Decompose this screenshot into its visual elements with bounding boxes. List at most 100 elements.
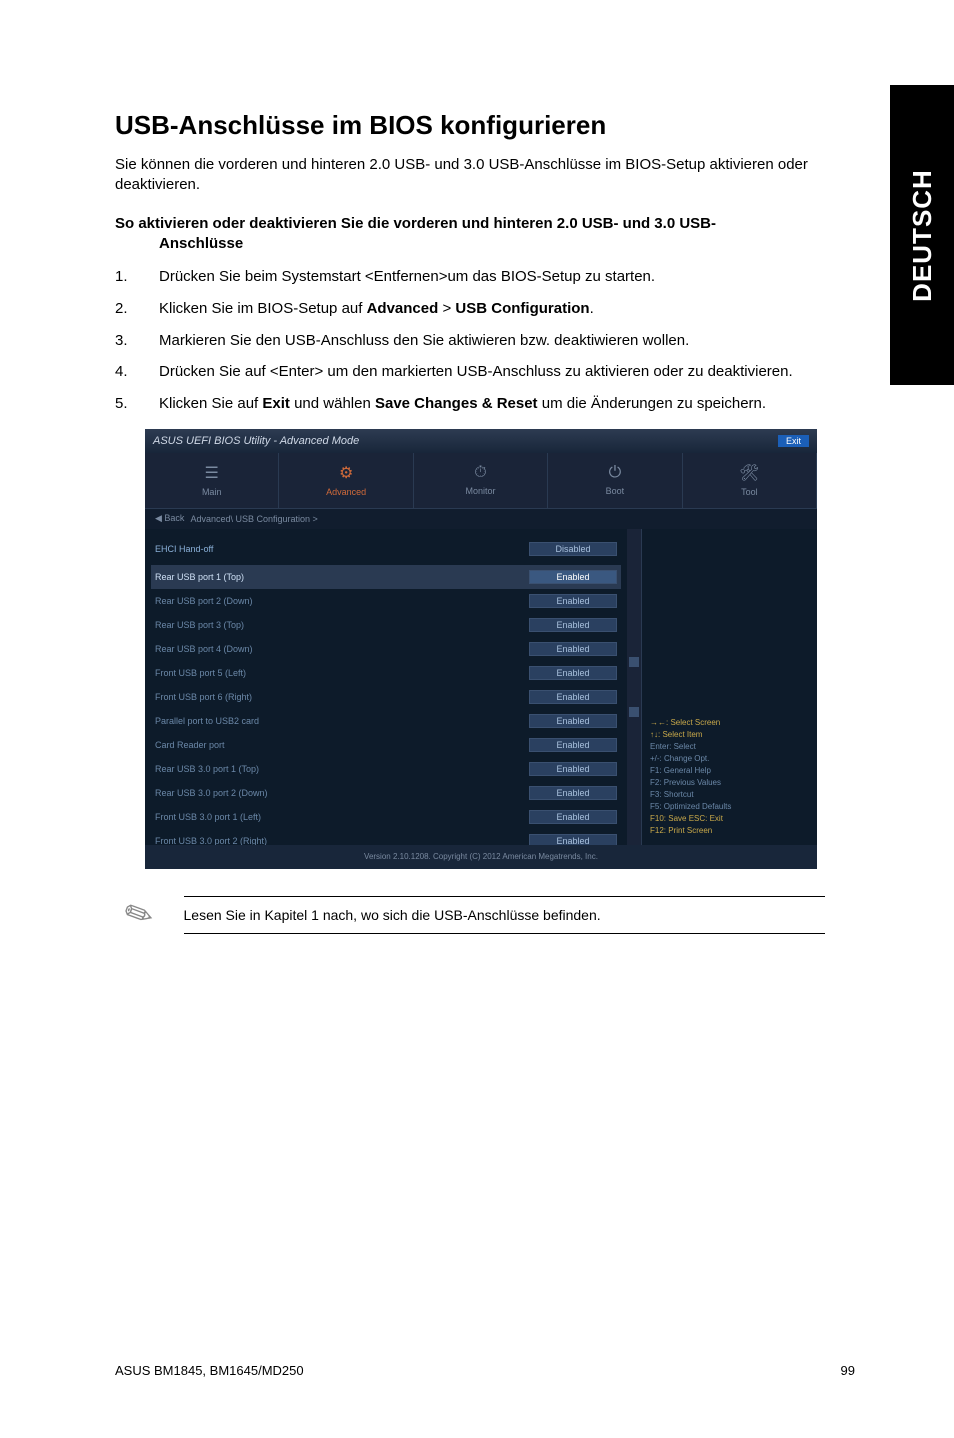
help-line: ↑↓: Select Item — [650, 729, 809, 741]
subheading-line1: So aktivieren oder deaktivieren Sie die … — [115, 215, 716, 232]
bios-breadcrumb-path: Advanced\ USB Configuration > — [190, 514, 317, 524]
bios-row-label: Rear USB port 3 (Top) — [155, 620, 244, 630]
bios-help-panel: →←: Select Screen ↑↓: Select Item Enter:… — [641, 529, 817, 845]
bios-row[interactable]: Rear USB 3.0 port 2 (Down) Enabled — [155, 781, 617, 805]
bios-row-label: Front USB port 6 (Right) — [155, 692, 252, 702]
help-line: F10: Save ESC: Exit — [650, 813, 809, 825]
power-icon: ⏻ — [609, 464, 622, 482]
footer-model: ASUS BM1845, BM1645/MD250 — [115, 1363, 304, 1378]
bios-row[interactable]: Front USB port 6 (Right) Enabled — [155, 685, 617, 709]
intro-paragraph: Sie können die vorderen und hinteren 2.0… — [115, 155, 855, 196]
bios-scrollbar[interactable] — [627, 529, 641, 845]
scroll-down-icon[interactable] — [629, 707, 639, 717]
bios-row[interactable]: Rear USB port 4 (Down) Enabled — [155, 637, 617, 661]
bios-row-value[interactable]: Enabled — [529, 786, 617, 800]
bios-tab-boot[interactable]: ⏻ Boot — [548, 453, 682, 508]
bios-tab-monitor[interactable]: ⏱ Monitor — [414, 453, 548, 508]
bios-row-value[interactable]: Disabled — [529, 542, 617, 556]
bios-tab-label: Advanced — [326, 487, 366, 497]
scroll-up-icon[interactable] — [629, 657, 639, 667]
bios-footer: Version 2.10.1208. Copyright (C) 2012 Am… — [145, 845, 817, 869]
step-3: 3. Markieren Sie den USB-Anschluss den S… — [115, 330, 855, 352]
bios-row[interactable]: EHCI Hand-off Disabled — [155, 537, 617, 561]
bios-row-value[interactable]: Enabled — [529, 690, 617, 704]
list-icon: ☰ — [205, 463, 219, 483]
bios-row-value[interactable]: Enabled — [529, 762, 617, 776]
step-number: 5. — [115, 393, 159, 415]
subheading-line2: Anschlüsse — [115, 234, 855, 254]
page-footer: ASUS BM1845, BM1645/MD250 99 — [115, 1363, 855, 1378]
step-5: 5. Klicken Sie auf Exit und wählen Save … — [115, 393, 855, 415]
bios-option-list: EHCI Hand-off Disabled Rear USB port 1 (… — [145, 529, 627, 845]
bios-row[interactable]: Front USB port 5 (Left) Enabled — [155, 661, 617, 685]
bios-tab-label: Monitor — [466, 486, 496, 496]
step-4: 4. Drücken Sie auf <Enter> um den markie… — [115, 361, 855, 383]
bios-row-selected[interactable]: Rear USB port 1 (Top) Enabled — [151, 565, 621, 589]
language-label: DEUTSCH — [907, 169, 938, 302]
bios-row-value[interactable]: Enabled — [529, 810, 617, 824]
bios-tab-main[interactable]: ☰ Main — [145, 453, 279, 508]
bios-row-value[interactable]: Enabled — [529, 738, 617, 752]
bios-row[interactable]: Rear USB port 2 (Down) Enabled — [155, 589, 617, 613]
bios-row[interactable]: Front USB 3.0 port 1 (Left) Enabled — [155, 805, 617, 829]
bios-tab-label: Tool — [741, 487, 758, 497]
tool-icon: 🛠 — [739, 463, 759, 483]
bios-back-button[interactable]: ◀ Back — [155, 513, 184, 524]
help-line: F5: Optimized Defaults — [650, 801, 809, 813]
bios-row-value[interactable]: Enabled — [529, 714, 617, 728]
step-text: Klicken Sie auf Exit und wählen Save Cha… — [159, 393, 855, 415]
help-line: F2: Previous Values — [650, 777, 809, 789]
bios-row-label: Rear USB port 4 (Down) — [155, 644, 253, 654]
bios-titlebar: ASUS UEFI BIOS Utility - Advanced Mode E… — [145, 429, 817, 453]
bios-tab-label: Main — [202, 487, 222, 497]
bios-help-text: →←: Select Screen ↑↓: Select Item Enter:… — [650, 717, 809, 837]
bios-row-label: Front USB 3.0 port 2 (Right) — [155, 836, 267, 845]
bios-exit-button[interactable]: Exit — [778, 435, 809, 447]
help-line: +/-: Change Opt. — [650, 753, 809, 765]
help-line: Enter: Select — [650, 741, 809, 753]
bios-row[interactable]: Parallel port to USB2 card Enabled — [155, 709, 617, 733]
bios-row-value[interactable]: Enabled — [529, 618, 617, 632]
bios-row[interactable]: Rear USB 3.0 port 1 (Top) Enabled — [155, 757, 617, 781]
bios-row[interactable]: Front USB 3.0 port 2 (Right) Enabled — [155, 829, 617, 845]
bios-row-value[interactable]: Enabled — [529, 594, 617, 608]
bios-screenshot: ASUS UEFI BIOS Utility - Advanced Mode E… — [145, 429, 817, 869]
bios-tabs: ☰ Main ⚙ Advanced ⏱ Monitor ⏻ Boot 🛠 Too… — [145, 453, 817, 509]
step-number: 4. — [115, 361, 159, 383]
page-content: USB-Anschlüsse im BIOS konfigurieren Sie… — [115, 110, 855, 935]
note-text: Lesen Sie in Kapitel 1 nach, wo sich die… — [184, 896, 826, 934]
step-text: Markieren Sie den USB-Anschluss den Sie … — [159, 330, 855, 352]
subheading: So aktivieren oder deaktivieren Sie die … — [115, 214, 855, 255]
bios-row-label: Front USB 3.0 port 1 (Left) — [155, 812, 261, 822]
bios-row-value[interactable]: Enabled — [529, 834, 617, 845]
footer-page-number: 99 — [841, 1363, 855, 1378]
step-text: Drücken Sie auf <Enter> um den markierte… — [159, 361, 855, 383]
monitor-icon: ⏱ — [474, 464, 486, 482]
steps-list: 1. Drücken Sie beim Systemstart <Entfern… — [115, 266, 855, 415]
bios-row-label: Rear USB 3.0 port 2 (Down) — [155, 788, 268, 798]
step-1: 1. Drücken Sie beim Systemstart <Entfern… — [115, 266, 855, 288]
bios-row-label: Parallel port to USB2 card — [155, 716, 259, 726]
step-text: Drücken Sie beim Systemstart <Entfernen>… — [159, 266, 855, 288]
help-line: →←: Select Screen — [650, 717, 809, 729]
language-side-tab: DEUTSCH — [890, 85, 954, 385]
step-number: 3. — [115, 330, 159, 352]
bios-main: EHCI Hand-off Disabled Rear USB port 1 (… — [145, 529, 817, 845]
bios-tab-tool[interactable]: 🛠 Tool — [683, 453, 817, 508]
bios-row-label: Rear USB port 2 (Down) — [155, 596, 253, 606]
step-2: 2. Klicken Sie im BIOS-Setup auf Advance… — [115, 298, 855, 320]
note-box: ✎ Lesen Sie in Kapitel 1 nach, wo sich d… — [125, 895, 825, 935]
bios-row-value[interactable]: Enabled — [529, 570, 617, 584]
bios-row[interactable]: Card Reader port Enabled — [155, 733, 617, 757]
bios-tab-advanced[interactable]: ⚙ Advanced — [279, 453, 413, 508]
help-line: F1: General Help — [650, 765, 809, 777]
pencil-icon: ✎ — [118, 891, 161, 939]
help-line: F3: Shortcut — [650, 789, 809, 801]
gear-icon: ⚙ — [339, 463, 353, 483]
page-heading: USB-Anschlüsse im BIOS konfigurieren — [115, 110, 855, 141]
bios-row-value[interactable]: Enabled — [529, 666, 617, 680]
bios-row-value[interactable]: Enabled — [529, 642, 617, 656]
bios-row-label: EHCI Hand-off — [155, 544, 213, 554]
step-number: 1. — [115, 266, 159, 288]
bios-row[interactable]: Rear USB port 3 (Top) Enabled — [155, 613, 617, 637]
